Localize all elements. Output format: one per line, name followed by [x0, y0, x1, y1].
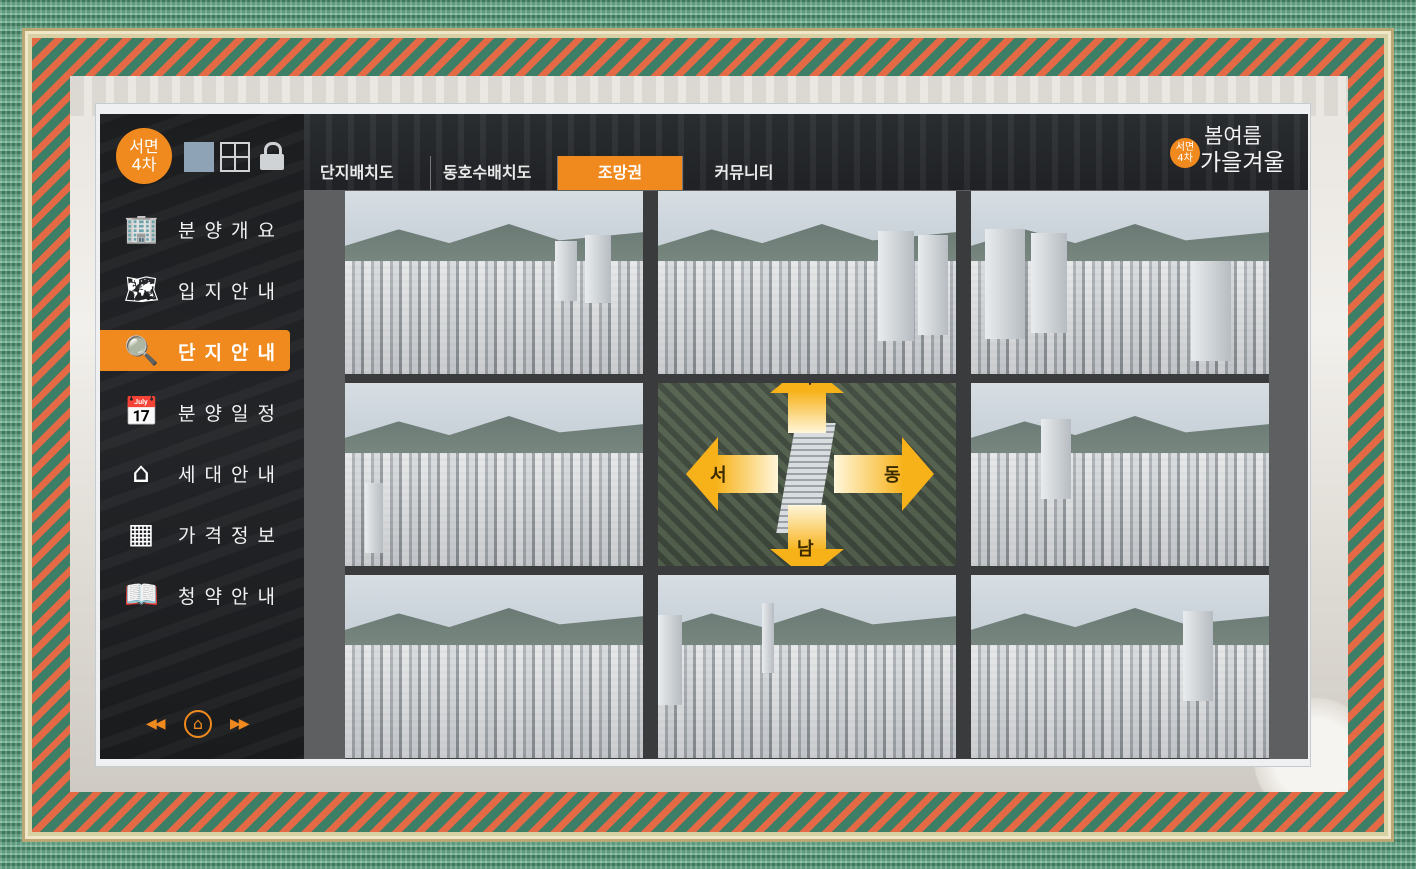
building-icon: 🏢 — [124, 212, 159, 245]
sidebar-item-label: 분양일정 — [178, 403, 284, 425]
sidebar-item-complex[interactable]: 🔍 단지안내 — [100, 320, 304, 381]
arrow-head — [902, 437, 934, 511]
tile-tower — [918, 235, 948, 335]
arrow-shaft — [788, 391, 826, 433]
home-icon[interactable]: ⌂ — [184, 710, 212, 738]
west-arrow[interactable]: 서 — [686, 437, 786, 511]
sidebar-item-label: 가격정보 — [178, 525, 284, 547]
sidebar-item-subscription[interactable]: 📖 청약안내 — [100, 564, 304, 625]
tab-bar: 단지배치도 동호수배치도 조망권 커뮤니티 — [308, 156, 805, 190]
tile-city — [345, 452, 643, 566]
brand-badge[interactable]: 서면 4차 — [116, 128, 172, 184]
sidebar-item-price[interactable]: ▦ 가격정보 — [100, 503, 304, 564]
lock-icon[interactable] — [258, 142, 286, 172]
tile-tower — [365, 483, 383, 553]
sidebar-item-label: 분양개요 — [178, 220, 284, 242]
tile-tower — [762, 603, 774, 673]
logo-title-line2: 가을겨울 — [1200, 150, 1285, 176]
tile-tower — [658, 615, 682, 705]
north-label: 북 — [797, 383, 814, 389]
view-tile-northwest[interactable] — [345, 191, 643, 374]
lock-body — [260, 154, 284, 170]
calendar-icon: 📅 — [124, 395, 159, 428]
tile-tower — [585, 235, 611, 303]
pager: ◀◀ ⌂ ▶▶ — [146, 710, 256, 740]
tile-city — [971, 644, 1269, 758]
next-arrow-icon[interactable]: ▶▶ — [230, 716, 249, 732]
brand-line2: 4차 — [131, 155, 157, 174]
tile-city — [971, 452, 1269, 566]
kiosk-screen: 서면 4차 🏢 분양개요 🗺 입지안내 🔍 단지안내 📅 분양일정 ⌂ 세대안내… — [100, 114, 1308, 759]
tab-view[interactable]: 조망권 — [557, 156, 682, 190]
book-icon: 📖 — [124, 578, 159, 611]
tile-tower — [1183, 611, 1213, 701]
view-tile-west[interactable] — [345, 383, 643, 566]
west-label: 서 — [710, 465, 727, 486]
tile-tower — [878, 231, 914, 341]
prev-arrow-icon[interactable]: ◀◀ — [146, 716, 165, 732]
view-tile-southeast[interactable] — [971, 575, 1269, 758]
tab-site-plan[interactable]: 단지배치도 — [308, 156, 430, 190]
logo-badge: 서면 4차 — [1170, 138, 1200, 168]
sidebar-item-label: 세대안내 — [178, 464, 284, 486]
view-tile-north[interactable] — [658, 191, 956, 374]
sidebar-item-location[interactable]: 🗺 입지안내 — [100, 259, 304, 320]
sidebar-item-overview[interactable]: 🏢 분양개요 — [100, 198, 304, 259]
logo-badge-line1: 서면 — [1175, 142, 1195, 153]
tile-city — [658, 644, 956, 758]
sidebar-item-units[interactable]: ⌂ 세대안내 — [100, 442, 304, 503]
sidebar-menu: 🏢 분양개요 🗺 입지안내 🔍 단지안내 📅 분양일정 ⌂ 세대안내 ▦ 가격정… — [100, 198, 304, 625]
square-view-icon[interactable] — [184, 142, 214, 172]
view-panel: 북 남 서 동 — [304, 190, 1308, 759]
east-arrow[interactable]: 동 — [834, 437, 934, 511]
logo-badge-line2: 4차 — [1177, 153, 1193, 164]
south-arrow[interactable]: 남 — [770, 505, 844, 566]
sidebar-item-label: 입지안내 — [178, 281, 284, 303]
tile-tower — [1191, 261, 1231, 361]
map-pin-icon: 🗺 — [124, 273, 160, 306]
tile-city — [345, 644, 643, 758]
calculator-icon: ▦ — [127, 517, 155, 550]
tile-tower — [555, 241, 577, 301]
view-tile-east[interactable] — [971, 383, 1269, 566]
view-tile-south[interactable] — [658, 575, 956, 758]
brand-line1: 서면 — [129, 137, 159, 156]
view-tile-northeast[interactable] — [971, 191, 1269, 374]
compass-tile: 북 남 서 동 — [658, 383, 956, 566]
sidebar-item-schedule[interactable]: 📅 분양일정 — [100, 381, 304, 442]
search-home-icon: 🔍 — [124, 334, 159, 367]
north-arrow[interactable]: 북 — [770, 383, 844, 443]
grid-view-icon[interactable] — [220, 142, 250, 172]
tile-tower — [1041, 419, 1071, 499]
tab-unit-layout[interactable]: 동호수배치도 — [430, 156, 557, 190]
sidebar-item-label: 청약안내 — [178, 586, 284, 608]
sidebar: 서면 4차 🏢 분양개요 🗺 입지안내 🔍 단지안내 📅 분양일정 ⌂ 세대안내… — [100, 114, 304, 759]
tab-community[interactable]: 커뮤니티 — [682, 156, 805, 190]
south-label: 남 — [797, 539, 814, 560]
house-icon: ⌂ — [132, 456, 150, 489]
tile-tower — [1031, 233, 1067, 333]
view-grid: 북 남 서 동 — [345, 191, 1269, 759]
sidebar-item-label: 단지안내 — [178, 342, 284, 364]
brand-logo: 서면 4차 봄여름 가을겨울 — [1170, 124, 1298, 182]
east-label: 동 — [884, 465, 901, 486]
tile-tower — [985, 229, 1025, 339]
logo-title-line1: 봄여름 — [1204, 124, 1262, 148]
view-tile-southwest[interactable] — [345, 575, 643, 758]
